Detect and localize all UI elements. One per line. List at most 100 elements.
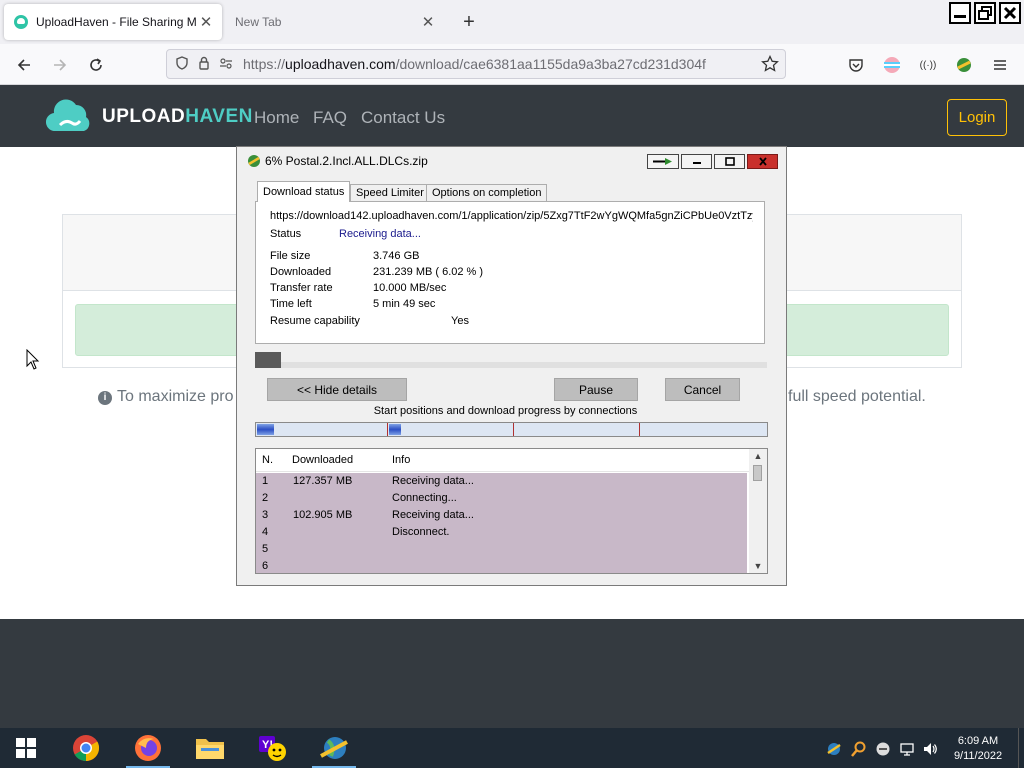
- info-icon: i: [98, 391, 112, 405]
- url-text: https://uploadhaven.com/download/cae6381…: [243, 56, 706, 72]
- connection-row[interactable]: 1 127.357 MB Receiving data...: [256, 473, 747, 490]
- connection-row[interactable]: 3 102.905 MB Receiving data...: [256, 507, 747, 524]
- taskbar-clock[interactable]: 6:09 AM 9/11/2022: [944, 734, 1012, 764]
- uploadhaven-logo-icon[interactable]: [46, 95, 94, 135]
- address-bar[interactable]: https://uploadhaven.com/download/cae6381…: [166, 49, 786, 79]
- folder-icon: [196, 739, 224, 759]
- tray-yahoo-icon[interactable]: [875, 741, 891, 757]
- close-icon: [758, 157, 767, 166]
- connection-start-3: [513, 423, 514, 436]
- nav-home[interactable]: Home: [254, 108, 299, 128]
- connection-number: 6: [262, 560, 269, 572]
- scroll-up-icon[interactable]: ▲: [749, 451, 767, 461]
- download-progress-bar: [255, 352, 767, 368]
- connections-scrollbar[interactable]: ▲ ▼: [749, 449, 767, 573]
- taskbar-idm[interactable]: [308, 728, 360, 768]
- status-label: Status: [270, 228, 302, 240]
- connections-list[interactable]: N. Downloaded Info 1 127.357 MB Receiving …: [255, 448, 768, 574]
- extension-icon: ((·)): [919, 59, 937, 71]
- connection-row[interactable]: 4 Disconnect.: [256, 524, 747, 541]
- connections-header: N. Downloaded Info: [256, 449, 749, 472]
- site-footer: [0, 619, 1024, 728]
- shield-icon[interactable]: [171, 55, 193, 73]
- chrome-icon: [73, 735, 100, 762]
- close-tab-icon[interactable]: ✕: [418, 13, 438, 31]
- taskbar-chrome[interactable]: [60, 728, 112, 768]
- time-left-value: 5 min 49 sec: [373, 298, 436, 310]
- pocket-button[interactable]: [844, 53, 868, 77]
- minimize-window-button[interactable]: [949, 2, 971, 24]
- arrow-left-icon: [17, 59, 30, 71]
- show-desktop-button[interactable]: [1018, 728, 1024, 768]
- tray-search-icon[interactable]: [851, 741, 867, 757]
- speed-tip-right: full speed potential.: [788, 388, 926, 405]
- download-url: https://download142.uploadhaven.com/1/ap…: [270, 210, 753, 222]
- idm-title-bar: 6% Postal.2.Incl.ALL.DLCs.zip: [247, 154, 428, 168]
- restore-icon: [978, 6, 992, 20]
- tray-volume-icon[interactable]: [922, 741, 938, 757]
- close-window-button[interactable]: [999, 2, 1021, 24]
- connection-start-2: [387, 423, 388, 436]
- idm-globe-icon: [320, 737, 348, 759]
- connection-number: 4: [262, 526, 269, 538]
- cancel-button[interactable]: Cancel: [665, 378, 740, 401]
- column-header-n[interactable]: N.: [262, 454, 273, 466]
- login-button[interactable]: Login: [947, 99, 1007, 136]
- tab-uploadhaven[interactable]: UploadHaven - File Sharing Ma ✕: [4, 4, 222, 40]
- idm-to-tray-button[interactable]: [647, 154, 679, 169]
- nav-faq[interactable]: FAQ: [313, 108, 347, 128]
- idm-maximize-button[interactable]: [714, 154, 745, 169]
- time-left-label: Time left: [270, 298, 312, 310]
- connection-row[interactable]: 6: [256, 558, 747, 573]
- idm-close-button[interactable]: [747, 154, 778, 169]
- close-icon: [1003, 6, 1017, 20]
- nav-contact-us[interactable]: Contact Us: [361, 108, 445, 128]
- url-protocol: https://: [243, 56, 286, 72]
- start-button[interactable]: [0, 728, 52, 768]
- taskbar-firefox[interactable]: [122, 728, 174, 768]
- tab-speed-limiter[interactable]: Speed Limiter: [350, 184, 430, 201]
- forward-button[interactable]: [48, 53, 72, 77]
- idm-minimize-button[interactable]: [681, 154, 712, 169]
- extension-button[interactable]: ((·)): [916, 53, 940, 77]
- column-header-info[interactable]: Info: [392, 454, 410, 466]
- reload-button[interactable]: [84, 53, 108, 77]
- tab-options-on-completion[interactable]: Options on completion: [426, 184, 548, 201]
- connections-caption: Start positions and download progress by…: [373, 405, 638, 417]
- pause-button[interactable]: Pause: [554, 378, 638, 401]
- restore-window-button[interactable]: [974, 2, 996, 24]
- pocket-icon: [849, 59, 863, 72]
- connection-row[interactable]: 5: [256, 541, 747, 558]
- close-tab-icon[interactable]: ✕: [196, 13, 216, 31]
- windows-taskbar: Y! 6:09 AM 9/11/2022: [0, 728, 1024, 768]
- menu-button[interactable]: [988, 53, 1012, 77]
- connection-downloaded: 102.905 MB: [293, 509, 353, 521]
- connection-downloaded: 127.357 MB: [293, 475, 353, 487]
- idm-extension-button[interactable]: [952, 53, 976, 77]
- tab-download-status[interactable]: Download status: [257, 181, 351, 202]
- new-tab-button[interactable]: +: [458, 11, 480, 34]
- transfer-rate-label: Transfer rate: [270, 282, 333, 294]
- scroll-down-icon[interactable]: ▼: [749, 561, 767, 571]
- taskbar-yahoo-messenger[interactable]: Y!: [246, 728, 298, 768]
- taskbar-file-explorer[interactable]: [184, 728, 236, 768]
- connection-row[interactable]: 2 Connecting...: [256, 490, 747, 507]
- permissions-icon[interactable]: [215, 56, 237, 73]
- uploadhaven-favicon-icon: [14, 15, 28, 29]
- back-button[interactable]: [12, 53, 36, 77]
- lock-icon[interactable]: [193, 56, 215, 73]
- bookmark-star-icon[interactable]: [761, 54, 779, 76]
- tab-new-tab[interactable]: New Tab ✕: [226, 4, 444, 40]
- tray-network-icon[interactable]: [899, 741, 915, 757]
- hide-details-button[interactable]: << Hide details: [267, 378, 407, 401]
- scroll-thumb[interactable]: [753, 465, 762, 481]
- arrow-right-icon: [54, 59, 67, 71]
- site-logo-text[interactable]: UPLOADHAVEN: [102, 106, 253, 128]
- clock-time: 6:09 AM: [957, 735, 999, 747]
- connection-info: Connecting...: [392, 492, 457, 504]
- resume-capability-label: Resume capability: [270, 315, 360, 327]
- connection-number: 2: [262, 492, 269, 504]
- tray-idm-icon[interactable]: [826, 741, 842, 757]
- account-button[interactable]: [880, 53, 904, 77]
- column-header-downloaded[interactable]: Downloaded: [292, 454, 353, 466]
